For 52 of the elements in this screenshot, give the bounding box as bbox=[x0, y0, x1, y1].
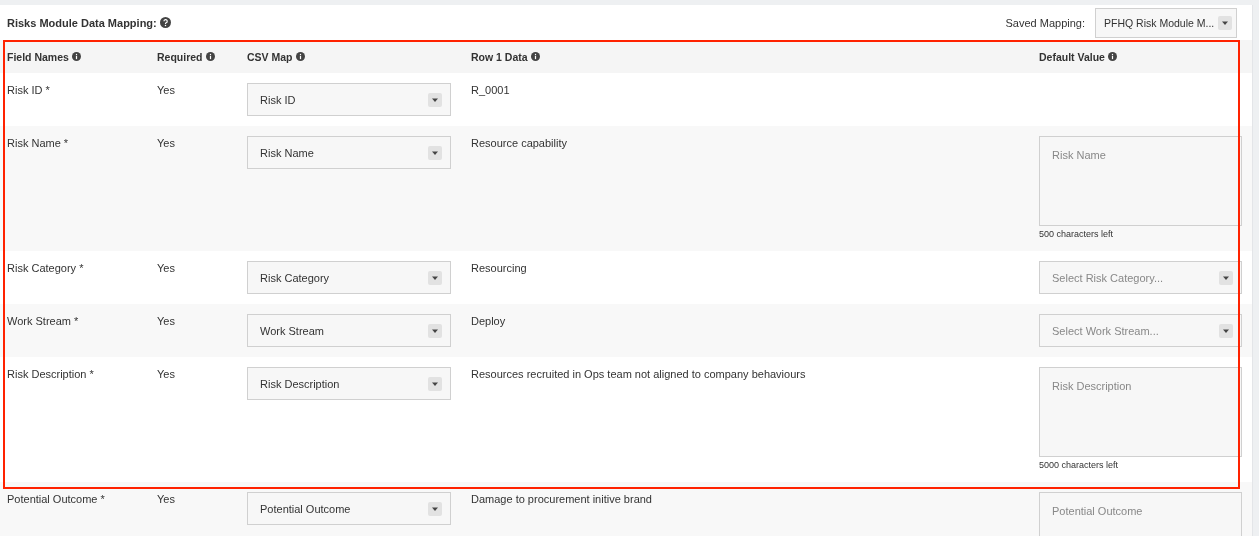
caret-icon bbox=[428, 92, 442, 107]
info-icon bbox=[205, 52, 215, 61]
caret-icon bbox=[428, 270, 442, 285]
csv-map-select[interactable]: Risk Category bbox=[247, 261, 451, 294]
row-data: Resources recruited in Ops team not aligned to company behaviours bbox=[471, 368, 806, 380]
page-title: Risks Module Data Mapping: bbox=[7, 16, 171, 29]
help-icon bbox=[159, 17, 171, 28]
required-value: Yes bbox=[157, 137, 175, 149]
saved-mapping-label: Saved Mapping: bbox=[1005, 16, 1085, 29]
caret-icon bbox=[1218, 15, 1233, 30]
field-name: Risk ID * bbox=[7, 84, 50, 96]
column-header: Required bbox=[157, 50, 215, 63]
row-data: R_0001 bbox=[471, 84, 510, 96]
caret-icon bbox=[428, 501, 442, 516]
row-data: Deploy bbox=[471, 315, 506, 327]
csv-map-select[interactable]: Risk Name bbox=[247, 136, 451, 169]
field-name: Potential Outcome * bbox=[7, 493, 105, 505]
column-header: Row 1 Data bbox=[471, 50, 540, 63]
info-icon bbox=[530, 52, 540, 61]
required-value: Yes bbox=[157, 315, 175, 327]
csv-map-select[interactable]: Work Stream bbox=[247, 314, 451, 347]
column-header: CSV Map bbox=[247, 50, 305, 63]
column-header: Field Names bbox=[7, 50, 81, 63]
caret-icon bbox=[428, 323, 442, 338]
character-counter: 500 characters left bbox=[1039, 229, 1115, 239]
row-data: Resourcing bbox=[471, 262, 527, 274]
info-icon bbox=[1107, 52, 1117, 61]
required-value: Yes bbox=[157, 368, 175, 380]
scrollbar-track[interactable] bbox=[1252, 5, 1259, 536]
info-icon bbox=[71, 52, 81, 61]
caret-icon bbox=[428, 376, 442, 391]
field-name: Risk Name * bbox=[7, 137, 69, 149]
default-value-textarea[interactable]: Potential Outcome bbox=[1039, 492, 1242, 536]
required-value: Yes bbox=[157, 493, 175, 505]
row-data: Damage to procurement initive brand bbox=[471, 493, 652, 505]
row-data: Resource capability bbox=[471, 137, 567, 149]
required-value: Yes bbox=[157, 84, 175, 96]
column-header: Default Value bbox=[1039, 50, 1117, 63]
caret-icon bbox=[1219, 270, 1233, 285]
field-name: Risk Category * bbox=[7, 262, 84, 274]
caret-icon bbox=[428, 145, 442, 160]
default-value-textarea[interactable]: Risk Name bbox=[1039, 136, 1242, 226]
csv-map-select[interactable]: Risk ID bbox=[247, 83, 451, 116]
required-value: Yes bbox=[157, 262, 175, 274]
saved-mapping-select[interactable]: PFHQ Risk Module M... bbox=[1095, 7, 1237, 38]
csv-map-select[interactable]: Potential Outcome bbox=[247, 492, 451, 525]
info-icon bbox=[295, 52, 305, 61]
caret-icon bbox=[1219, 323, 1233, 338]
field-name: Work Stream * bbox=[7, 315, 79, 327]
csv-map-select[interactable]: Risk Description bbox=[247, 367, 451, 400]
character-counter: 5000 characters left bbox=[1039, 460, 1120, 470]
field-name: Risk Description * bbox=[7, 368, 94, 380]
